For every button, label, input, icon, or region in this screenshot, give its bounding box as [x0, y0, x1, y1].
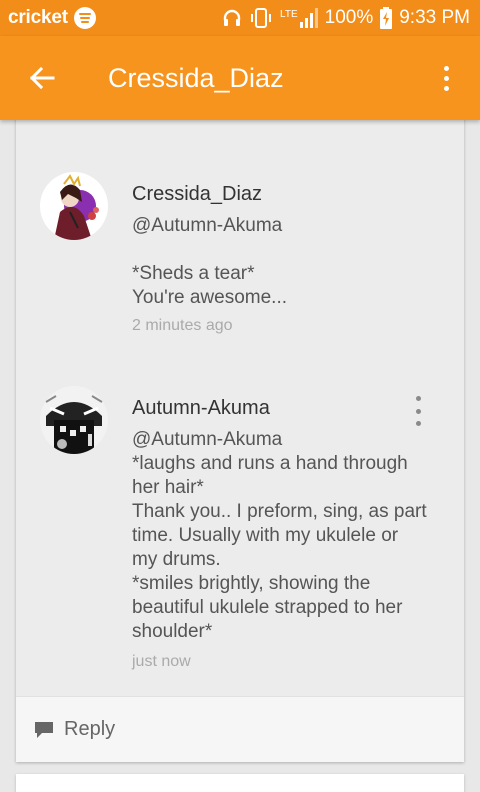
carrier-name: cricket — [8, 7, 68, 28]
comment-mention[interactable]: @Autumn-Akuma — [132, 214, 448, 238]
app-bar: Cressida_Diaz — [0, 36, 480, 120]
comment-text-line: her hair* — [132, 477, 204, 498]
chat-bubble-icon — [35, 721, 53, 738]
status-bar: cricket LTE 100% 9:33 PM — [0, 0, 480, 36]
comment-text-line: *smiles brightly, showing the — [132, 573, 371, 594]
comment-text-line: my drums. — [132, 549, 221, 570]
battery-icon — [380, 7, 393, 29]
comment-author[interactable]: Cressida_Diaz — [132, 182, 448, 206]
comment-mention[interactable]: @Autumn-Akuma — [132, 428, 448, 452]
lte-signal-icon: LTE — [280, 8, 318, 28]
avatar[interactable] — [40, 172, 108, 240]
battery-percent: 100% — [324, 7, 374, 28]
spotify-icon — [73, 7, 96, 29]
comment-text-line: You're awesome... — [132, 287, 288, 308]
comment-thread-card: Cressida_Diaz @Autumn-Akuma *Sheds a tea… — [16, 112, 464, 762]
headphones-icon — [222, 8, 242, 28]
arrow-back-icon — [29, 66, 55, 90]
next-card — [16, 774, 464, 792]
reply-button[interactable]: Reply — [16, 696, 464, 762]
reply-label: Reply — [64, 718, 116, 740]
comment-timestamp: just now — [132, 653, 191, 670]
avatar[interactable] — [40, 386, 108, 454]
comment-text-line: *Sheds a tear* — [132, 263, 255, 284]
vibrate-icon — [249, 7, 273, 29]
back-button[interactable] — [12, 36, 72, 120]
overflow-menu-button[interactable] — [424, 48, 468, 108]
clock: 9:33 PM — [399, 7, 470, 28]
comment-timestamp: 2 minutes ago — [132, 317, 233, 334]
comment-text-line: time. Usually with my ukulele or — [132, 525, 399, 546]
comment-text-line: *laughs and runs a hand through — [132, 453, 408, 474]
page-title: Cressida_Diaz — [108, 62, 284, 93]
comment-text-line: shoulder* — [132, 621, 213, 642]
comment-text-line: beautiful ukulele strapped to her — [132, 597, 403, 618]
comment-author[interactable]: Autumn-Akuma — [132, 396, 448, 420]
comment-text-line: Thank you.. I preform, sing, as part — [132, 501, 427, 522]
